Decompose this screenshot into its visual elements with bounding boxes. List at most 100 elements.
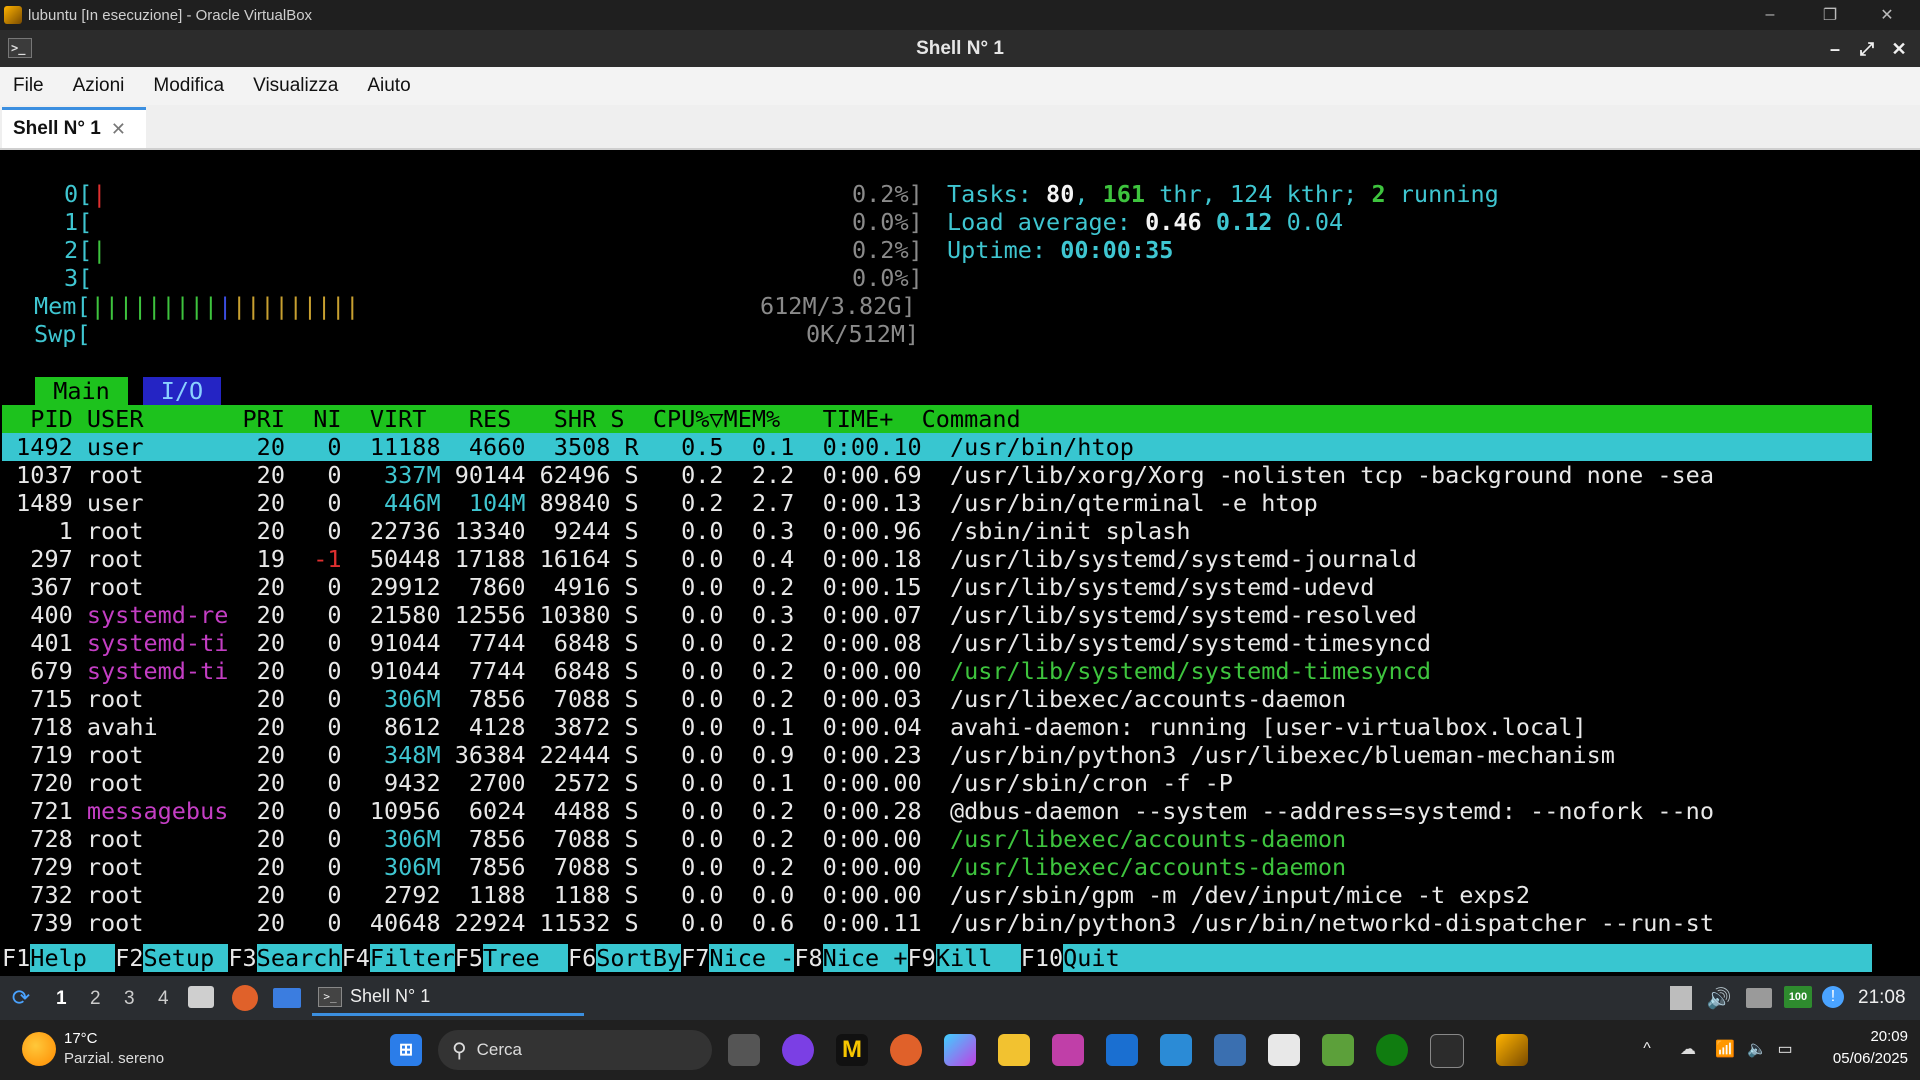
table-row[interactable]: 721 messagebus 20 0 10956 6024 4488 S 0.… (2, 797, 1714, 825)
xbox-icon[interactable] (1376, 1034, 1408, 1066)
table-row[interactable]: 719 root 20 0 348M 36384 22444 S 0.0 0.9… (2, 741, 1615, 769)
wifi-icon[interactable]: 📶 (1714, 1038, 1736, 1060)
fkey-f1[interactable]: F1 (2, 944, 31, 972)
menu-azioni[interactable]: Azioni (73, 75, 125, 97)
windows-date[interactable]: 05/06/2025 (1818, 1050, 1908, 1067)
qt-close-icon[interactable]: ✕ (1886, 36, 1912, 62)
tab-io[interactable]: I/O (143, 377, 221, 405)
terminal-app-icon[interactable] (1430, 1034, 1464, 1068)
firefox-icon[interactable] (232, 985, 258, 1011)
task-view-icon[interactable] (728, 1034, 760, 1066)
process-table-header[interactable]: PID USER PRI NI VIRT RES SHR S CPU%▽MEM%… (2, 405, 1872, 433)
show-desktop-icon[interactable] (273, 988, 301, 1008)
menu-modifica[interactable]: Modifica (153, 75, 224, 97)
tab-main[interactable]: Main (35, 377, 128, 405)
menu-file[interactable]: File (13, 75, 44, 97)
network-icon[interactable] (1746, 988, 1772, 1008)
windows-time[interactable]: 20:09 (1848, 1028, 1908, 1045)
taskbar-item-shell[interactable]: >_ Shell N° 1 (312, 980, 584, 1016)
qt-restore-icon[interactable]: ⤢ (1854, 36, 1880, 62)
copilot-icon[interactable] (944, 1034, 976, 1066)
notepad-icon[interactable] (1160, 1034, 1192, 1066)
close-icon[interactable]: ✕ (1862, 0, 1912, 30)
file-explorer-icon[interactable] (998, 1034, 1030, 1066)
table-row[interactable]: 1037 root 20 0 337M 90144 62496 S 0.2 2.… (2, 461, 1714, 489)
fkey-f7[interactable]: F7 (681, 944, 710, 972)
fkey-label[interactable]: Help (30, 944, 115, 972)
tab-shell-1[interactable]: Shell N° 1 ✕ (2, 107, 146, 148)
terminal-icon[interactable]: >_ (8, 38, 32, 58)
menu-aiuto[interactable]: Aiuto (367, 75, 410, 97)
table-row[interactable]: 401 systemd-ti 20 0 91044 7744 6848 S 0.… (2, 629, 1431, 657)
update-notifier-icon[interactable]: ! (1822, 986, 1844, 1008)
chevron-up-icon[interactable]: ^ (1636, 1038, 1658, 1060)
battery-status-icon[interactable]: ▭ (1774, 1038, 1796, 1060)
fkey-f3[interactable]: F3 (228, 944, 257, 972)
minimize-icon[interactable]: – (1745, 0, 1795, 30)
table-row[interactable]: 718 avahi 20 0 8612 4128 3872 S 0.0 0.1 … (2, 713, 1586, 741)
table-row[interactable]: 739 root 20 0 40648 22924 11532 S 0.0 0.… (2, 909, 1714, 937)
battery-icon[interactable]: 100 (1784, 986, 1812, 1008)
table-row[interactable]: 720 root 20 0 9432 2700 2572 S 0.0 0.1 0… (2, 769, 1233, 797)
table-row[interactable]: 729 root 20 0 306M 7856 7088 S 0.0 0.2 0… (2, 853, 1346, 881)
lxqt-clock[interactable]: 21:08 (1858, 987, 1906, 1009)
menu-visualizza[interactable]: Visualizza (253, 75, 338, 97)
vscode-icon[interactable] (1106, 1034, 1138, 1066)
calculator-icon[interactable] (1214, 1034, 1246, 1066)
fkey-label[interactable]: Kill (936, 944, 1021, 972)
table-row[interactable]: 1 root 20 0 22736 13340 9244 S 0.0 0.3 0… (2, 517, 1191, 545)
fkey-f10[interactable]: F10 (1020, 944, 1064, 972)
table-row[interactable]: 400 systemd-re 20 0 21580 12556 10380 S … (2, 601, 1417, 629)
fkey-label[interactable]: Search (257, 944, 342, 972)
fkey-label[interactable]: SortBy (596, 944, 681, 972)
fkey-label[interactable]: Filter (370, 944, 455, 972)
workspace-2[interactable]: 2 (90, 988, 101, 1010)
firefox-taskbar-icon[interactable] (890, 1034, 922, 1066)
table-row[interactable]: 367 root 20 0 29912 7860 4916 S 0.0 0.2 … (2, 573, 1374, 601)
table-row[interactable]: 679 systemd-ti 20 0 91044 7744 6848 S 0.… (2, 657, 1431, 685)
workspace-4[interactable]: 4 (158, 988, 169, 1010)
weather-temp[interactable]: 17°C (64, 1030, 98, 1047)
windows-search-box[interactable]: ⚲ Cerca (438, 1030, 712, 1070)
volume-icon[interactable]: 🔊 (1706, 986, 1732, 1010)
fkey-label[interactable]: Setup (143, 944, 228, 972)
tab-close-icon[interactable]: ✕ (111, 119, 126, 140)
cell-pri: 20 (242, 601, 300, 629)
document-app-icon[interactable] (1268, 1034, 1300, 1066)
onedrive-icon[interactable]: ☁ (1676, 1038, 1700, 1060)
fkey-label[interactable]: Tree (483, 944, 568, 972)
fkey-label[interactable]: Nice - (709, 944, 794, 972)
terminal-area[interactable]: 0[| 0.2%] 1[ 0.0%] 2[| 0.2%] 3[ 0.0%] Me… (2, 150, 1918, 976)
weather-icon[interactable] (22, 1032, 56, 1066)
fkey-f5[interactable]: F5 (454, 944, 484, 972)
table-row[interactable]: 1492 user 20 0 11188 4660 3508 R 0.5 0.1… (2, 433, 1872, 461)
fkey-f4[interactable]: F4 (341, 944, 370, 972)
clipboard-icon[interactable] (1670, 986, 1692, 1010)
workspace-3[interactable]: 3 (124, 988, 135, 1010)
table-row[interactable]: 297 root 19 -1 50448 17188 16164 S 0.0 0… (2, 545, 1417, 573)
fkey-f8[interactable]: F8 (794, 944, 823, 972)
m-app-icon[interactable]: M (836, 1034, 868, 1066)
maximize-icon[interactable]: ❐ (1805, 0, 1855, 30)
file-manager-icon[interactable] (188, 986, 214, 1008)
cell-pid: 1489 (2, 489, 87, 517)
windows-start-icon[interactable]: ⊞ (390, 1034, 422, 1066)
table-row[interactable]: 715 root 20 0 306M 7856 7088 S 0.0 0.2 0… (2, 685, 1346, 713)
excel-app-icon[interactable] (1322, 1034, 1354, 1066)
table-row[interactable]: 1489 user 20 0 446M 104M 89840 S 0.2 2.7… (2, 489, 1318, 517)
cell-res: 7860 (454, 573, 540, 601)
table-row[interactable]: 732 root 20 0 2792 1188 1188 S 0.0 0.0 0… (2, 881, 1530, 909)
speaker-icon[interactable]: 🔈 (1746, 1038, 1768, 1060)
workspace-1[interactable]: 1 (56, 988, 67, 1010)
fkey-label[interactable]: Quit (1063, 944, 1120, 972)
fkey-label[interactable]: Nice + (823, 944, 908, 972)
lubuntu-menu-icon[interactable]: ⟳ (6, 984, 36, 1012)
qt-minimize-icon[interactable]: – (1822, 36, 1848, 62)
fkey-f2[interactable]: F2 (115, 944, 144, 972)
table-row[interactable]: 728 root 20 0 306M 7856 7088 S 0.0 0.2 0… (2, 825, 1346, 853)
virtualbox-taskbar-icon[interactable] (1496, 1034, 1528, 1066)
instagram-icon[interactable] (1052, 1034, 1084, 1066)
media-app-icon[interactable] (782, 1034, 814, 1066)
fkey-f9[interactable]: F9 (907, 944, 936, 972)
fkey-f6[interactable]: F6 (567, 944, 597, 972)
